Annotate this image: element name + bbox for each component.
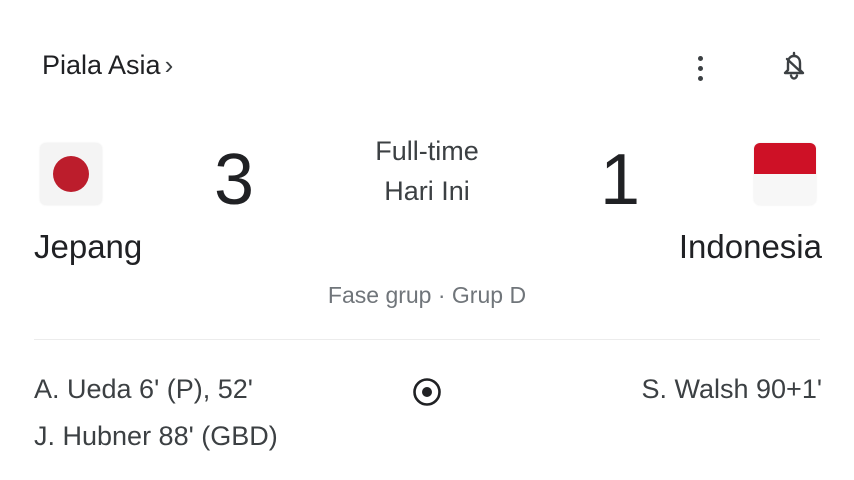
more-vert-icon-dot xyxy=(697,55,703,61)
japan-flag-icon xyxy=(40,143,102,205)
match-status: Full-time xyxy=(375,136,479,166)
away-score: 1 xyxy=(600,140,641,220)
chevron-right-icon: › xyxy=(164,50,174,80)
soccer-ball-icon xyxy=(413,378,441,406)
notification-button[interactable] xyxy=(778,48,810,84)
more-vert-icon-dot xyxy=(697,75,703,81)
competition-link[interactable]: Piala Asia › xyxy=(42,50,173,81)
competition-label: Piala Asia xyxy=(42,50,161,80)
japan-flag-disc xyxy=(53,156,89,192)
match-date: Hari Ini xyxy=(384,176,470,206)
indonesia-flag-red xyxy=(754,143,816,174)
away-goal-scorer: S. Walsh 90+1' xyxy=(641,374,823,404)
indonesia-flag-icon xyxy=(754,143,816,205)
away-team-name[interactable]: Indonesia xyxy=(679,228,822,266)
home-goal-scorer: A. Ueda 6' (P), 52' xyxy=(34,374,253,404)
notification-bell-icon xyxy=(783,51,805,80)
home-score: 3 xyxy=(214,140,255,220)
match-stage: Fase grup · Grup D xyxy=(327,282,527,308)
home-goal-scorer: J. Hubner 88' (GBD) xyxy=(34,421,278,451)
more-options-button[interactable] xyxy=(684,48,716,88)
more-vert-icon-dot xyxy=(697,65,703,71)
home-team-name[interactable]: Jepang xyxy=(34,228,142,266)
match-card: Piala Asia › 3 Full-time Hari Ini 1 Jepa… xyxy=(0,0,854,480)
divider xyxy=(34,339,820,340)
indonesia-flag-white xyxy=(754,174,816,205)
